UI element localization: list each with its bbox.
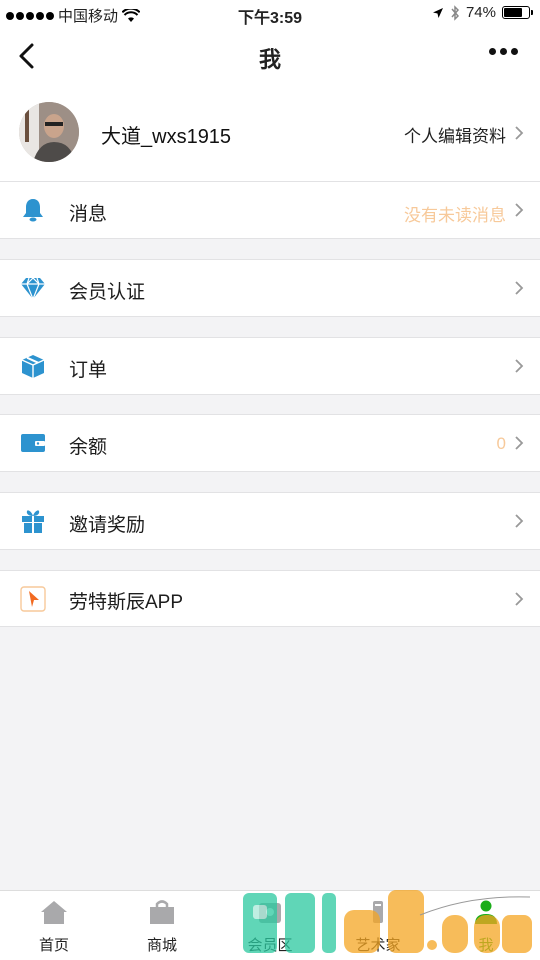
gift-icon — [22, 510, 44, 533]
app-label: 劳特斯辰APP — [69, 592, 184, 613]
avatar[interactable] — [19, 102, 79, 162]
tab-bar: 首页 商城 会员区 艺术家 我 — [0, 890, 540, 960]
box-icon — [21, 355, 45, 378]
battery-icon — [502, 6, 533, 19]
member-icon — [259, 903, 281, 923]
person-icon — [475, 900, 497, 924]
app-logo-icon — [20, 586, 46, 612]
diamond-icon — [21, 277, 45, 301]
menu-item-orders[interactable]: 订单 — [0, 337, 540, 395]
battery-percent: 74% — [465, 4, 496, 21]
chevron-right-icon — [515, 359, 524, 373]
nav-bar: 我 — [0, 28, 540, 84]
tab-shop[interactable]: 商城 — [108, 891, 216, 960]
tab-member-label: 会员区 — [247, 937, 293, 954]
chevron-right-icon — [515, 126, 524, 140]
chevron-right-icon — [515, 592, 524, 606]
tab-member[interactable]: 会员区 — [216, 891, 324, 960]
messages-status: 没有未读消息 — [404, 206, 506, 225]
profile-name: 大道_wxs1915 — [101, 126, 232, 148]
membership-label: 会员认证 — [69, 282, 146, 303]
tab-artist-label: 艺术家 — [355, 937, 401, 954]
status-bar: 中国移动 下午3:59 74% — [0, 0, 540, 28]
wallet-icon — [21, 434, 45, 452]
tab-artist[interactable]: 艺术家 — [324, 891, 432, 960]
chevron-right-icon — [515, 203, 524, 217]
orders-label: 订单 — [69, 360, 108, 381]
chevron-right-icon — [515, 514, 524, 528]
more-icon[interactable] — [489, 48, 518, 55]
messages-label: 消息 — [69, 204, 108, 225]
status-right: 74% — [432, 4, 533, 21]
shop-bag-icon — [150, 900, 174, 924]
balance-value: 0 — [496, 434, 506, 453]
menu-item-invite[interactable]: 邀请奖励 — [0, 492, 540, 550]
invite-label: 邀请奖励 — [69, 515, 146, 536]
artist-icon — [373, 901, 383, 923]
chevron-right-icon — [515, 436, 524, 450]
menu-item-messages[interactable]: 消息 没有未读消息 — [0, 182, 540, 239]
tab-me[interactable]: 我 — [432, 891, 540, 960]
location-arrow-icon — [432, 7, 443, 18]
bluetooth-icon — [451, 4, 459, 21]
chevron-right-icon — [515, 281, 524, 295]
edit-profile-link[interactable]: 个人编辑资料 — [404, 122, 506, 147]
menu-item-membership[interactable]: 会员认证 — [0, 259, 540, 317]
tab-home-label: 首页 — [38, 937, 69, 954]
tab-shop-label: 商城 — [146, 937, 177, 954]
home-icon — [41, 901, 67, 924]
tab-home[interactable]: 首页 — [0, 891, 108, 960]
balance-label: 余额 — [69, 437, 108, 458]
menu-item-balance[interactable]: 余额 0 — [0, 414, 540, 472]
page-title: 我 — [258, 47, 281, 72]
tab-me-label: 我 — [478, 937, 494, 954]
bell-icon — [23, 199, 43, 222]
menu-item-app[interactable]: 劳特斯辰APP — [0, 570, 540, 627]
